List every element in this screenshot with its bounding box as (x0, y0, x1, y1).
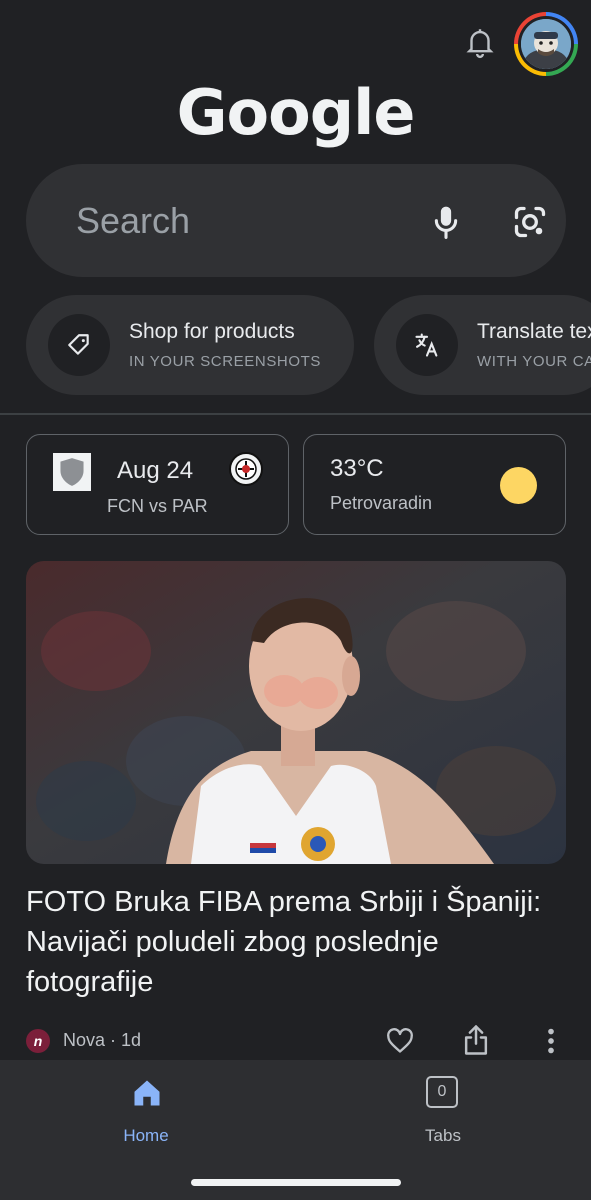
tag-icon (48, 314, 110, 376)
weather-card[interactable]: 33°C Petrovaradin (303, 434, 566, 535)
avatar (521, 19, 571, 69)
match-teams: FCN vs PAR (107, 496, 208, 516)
google-logo: Google (176, 76, 416, 149)
tabs-count-icon: 0 (426, 1076, 458, 1108)
chip-title: Translate text (477, 320, 591, 343)
mic-icon[interactable] (424, 200, 468, 244)
sun-icon (500, 467, 537, 504)
home-icon (132, 1078, 162, 1108)
weather-location: Petrovaradin (330, 493, 433, 513)
temperature: 33°C (330, 455, 384, 482)
google-lens-icon[interactable] (508, 200, 552, 244)
translate-icon (396, 314, 458, 376)
match-date: Aug 24 (117, 457, 194, 484)
translate-text-chip[interactable]: Translate text WITH YOUR CAMERA (374, 295, 591, 395)
account-avatar-button[interactable] (514, 12, 578, 76)
nav-home-label: Home (123, 1126, 169, 1145)
google-app-home-screen: Google Search Shop for products IN YOUR … (0, 0, 591, 1200)
team-shield-icon (53, 453, 91, 491)
chip-subtitle: IN YOUR SCREENSHOTS (129, 353, 321, 370)
share-icon[interactable] (461, 1022, 491, 1058)
search-input[interactable]: Search (76, 164, 190, 277)
home-indicator[interactable] (191, 1179, 401, 1186)
heart-icon[interactable] (385, 1024, 415, 1058)
divider (0, 413, 591, 415)
chip-subtitle: WITH YOUR CAMERA (477, 353, 591, 370)
nav-home-tab[interactable]: Home (98, 1072, 194, 1152)
chip-title: Shop for products (129, 320, 295, 343)
team-crest-icon (229, 452, 263, 486)
news-image[interactable] (26, 561, 566, 864)
news-headline[interactable]: FOTO Bruka FIBA prema Srbiji i Španiji: … (26, 882, 566, 1002)
nav-tabs-tab[interactable]: 0 Tabs (395, 1072, 491, 1152)
news-source-logo-icon: n (26, 1029, 50, 1053)
sports-score-card[interactable]: Aug 24 FCN vs PAR (26, 434, 289, 535)
news-source-and-time: Nova · 1d (63, 1030, 142, 1050)
bell-icon[interactable] (460, 20, 500, 64)
nav-tabs-label: Tabs (425, 1126, 461, 1145)
more-options-icon[interactable] (536, 1024, 566, 1058)
search-bar[interactable]: Search (26, 164, 566, 277)
shop-for-products-chip[interactable]: Shop for products IN YOUR SCREENSHOTS (26, 295, 354, 395)
